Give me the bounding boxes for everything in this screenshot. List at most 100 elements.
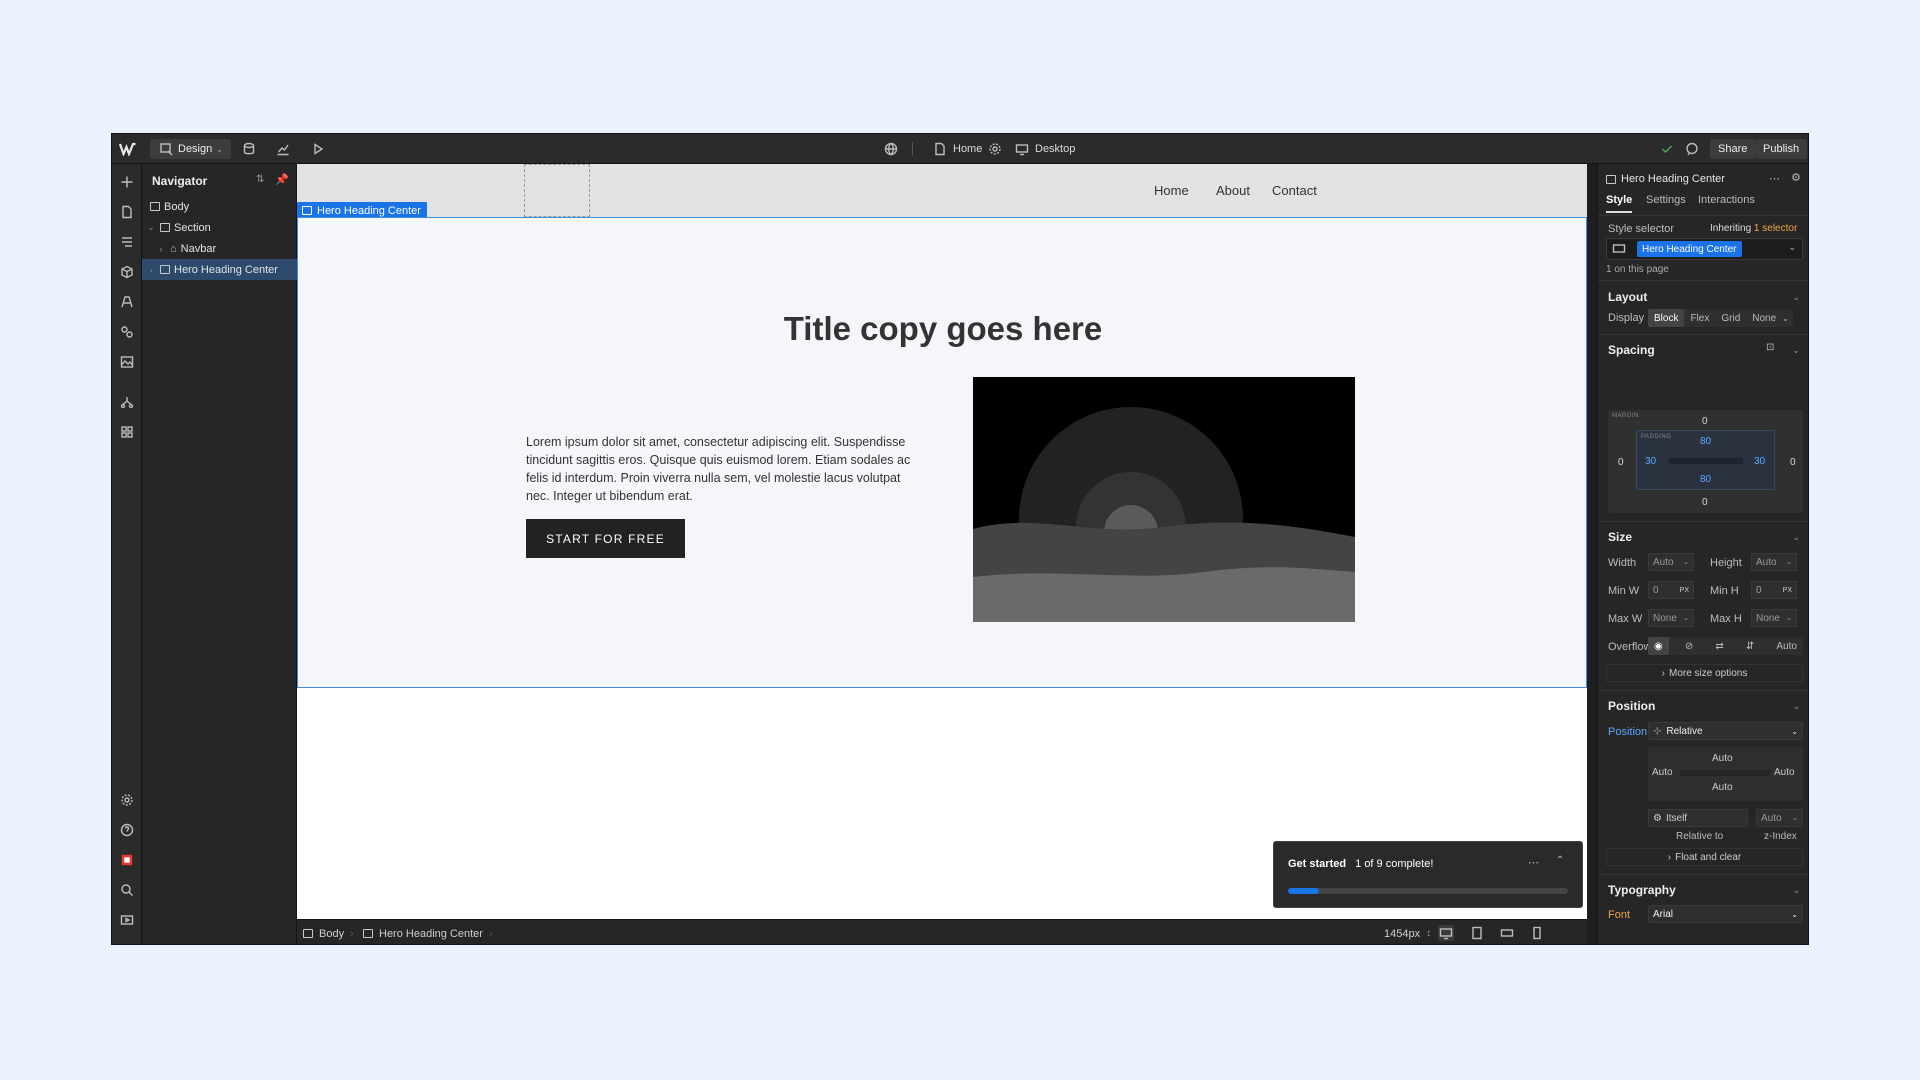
display-none-option[interactable]: None <box>1746 309 1782 327</box>
selector-field[interactable]: Hero Heading Center ⌄ <box>1606 238 1803 260</box>
more-options-icon[interactable]: ⋯ <box>1769 172 1780 185</box>
site-nav-contact-link[interactable]: Contact <box>1272 183 1317 198</box>
selector-chip[interactable]: Hero Heading Center <box>1637 241 1742 257</box>
webflow-logo-icon[interactable] <box>119 134 137 164</box>
margin-right-value[interactable]: 0 <box>1790 457 1796 468</box>
cms-icon[interactable] <box>241 134 257 164</box>
breakpoint-selector[interactable]: Desktop <box>1014 134 1075 164</box>
offset-right-value[interactable]: Auto <box>1774 767 1795 778</box>
inheriting-info[interactable]: Inheriting 1 selector <box>1710 223 1797 234</box>
variables-icon[interactable] <box>119 294 135 310</box>
comments-icon[interactable] <box>1684 134 1700 164</box>
design-mode-button[interactable]: Design ⌄ <box>150 139 231 159</box>
navbar-logo-placeholder[interactable] <box>524 164 590 217</box>
search-zoom-icon[interactable] <box>119 882 135 898</box>
chevron-down-icon[interactable]: ⌄ <box>1792 532 1800 543</box>
margin-bottom-value[interactable]: 0 <box>1702 497 1708 508</box>
start-for-free-button[interactable]: START FOR FREE <box>526 519 685 558</box>
z-index-input[interactable]: Auto ⌄ <box>1756 809 1803 827</box>
font-select[interactable]: Arial ⌄ <box>1648 905 1803 923</box>
chevron-down-icon[interactable]: ⌄ <box>1792 345 1800 356</box>
globe-icon[interactable] <box>883 134 899 164</box>
display-segmented-control[interactable]: Block Flex Grid None ⌄ <box>1648 309 1793 327</box>
chevron-down-icon[interactable]: ⌄ <box>1792 885 1800 896</box>
pin-icon[interactable]: 📌 <box>275 173 289 186</box>
position-offsets-box[interactable]: Auto Auto Auto Auto <box>1648 747 1803 801</box>
design-canvas[interactable]: Home About Contact Hero Heading Center T… <box>297 164 1587 919</box>
float-and-clear-button[interactable]: › Float and clear <box>1606 848 1803 866</box>
spacing-section-title[interactable]: Spacing <box>1608 343 1655 357</box>
navigator-item-hero-heading-center[interactable]: › Hero Heading Center <box>142 259 297 280</box>
apps-grid-icon[interactable] <box>119 424 135 440</box>
chevron-down-icon[interactable]: ⌄ <box>1792 292 1800 303</box>
chevron-down-icon[interactable]: ⌄ <box>146 222 156 233</box>
element-settings-icon[interactable]: ⚙ <box>1791 171 1801 184</box>
min-height-input[interactable]: 0 PX <box>1751 581 1797 599</box>
tab-interactions[interactable]: Interactions <box>1698 194 1755 206</box>
offset-bottom-value[interactable]: Auto <box>1712 782 1733 793</box>
size-section-title[interactable]: Size <box>1608 530 1632 544</box>
help-icon[interactable] <box>119 822 135 838</box>
breadcrumb-hero-heading-center[interactable]: Hero Heading Center › <box>363 920 493 944</box>
padding-right-value[interactable]: 30 <box>1754 456 1765 467</box>
chevron-down-icon[interactable]: ⌄ <box>1782 309 1793 327</box>
page-settings-gear-icon[interactable] <box>987 134 1003 164</box>
more-size-options-button[interactable]: › More size options <box>1606 664 1803 682</box>
logic-flow-icon[interactable] <box>119 394 135 410</box>
offset-top-value[interactable]: Auto <box>1712 753 1733 764</box>
max-height-input[interactable]: None ⌄ <box>1751 609 1797 627</box>
padding-box[interactable]: PADDING 80 30 30 80 <box>1636 430 1775 490</box>
preview-play-icon[interactable] <box>310 134 326 164</box>
canvas-width-readout[interactable]: 1454px ↕ <box>1384 920 1431 944</box>
video-tutorial-icon[interactable] <box>119 912 135 928</box>
chevron-down-icon[interactable]: ⌄ <box>1792 701 1800 712</box>
spacing-preset-icon[interactable]: ⊡ <box>1766 342 1774 353</box>
display-flex-option[interactable]: Flex <box>1684 309 1715 327</box>
overflow-auto-option[interactable]: Auto <box>1770 637 1803 655</box>
position-select[interactable]: ⊹ Relative ⌄ <box>1648 722 1803 740</box>
padding-bottom-value[interactable]: 80 <box>1700 474 1711 485</box>
style-drops-icon[interactable] <box>119 324 135 340</box>
components-cube-icon[interactable] <box>119 264 135 280</box>
min-width-input[interactable]: 0 PX <box>1648 581 1694 599</box>
tablet-breakpoint-icon[interactable] <box>1469 925 1485 941</box>
margin-left-value[interactable]: 0 <box>1618 457 1624 468</box>
padding-left-value[interactable]: 30 <box>1645 456 1656 467</box>
chevron-up-icon[interactable]: ⌃ <box>1556 855 1564 866</box>
assets-image-icon[interactable] <box>119 354 135 370</box>
tab-settings[interactable]: Settings <box>1646 194 1686 206</box>
analytics-icon[interactable] <box>275 134 291 164</box>
hero-placeholder-image[interactable] <box>973 377 1355 622</box>
hero-heading-center-section[interactable]: Title copy goes here Lorem ipsum dolor s… <box>297 217 1587 688</box>
max-width-input[interactable]: None ⌄ <box>1648 609 1694 627</box>
site-nav-about-link[interactable]: About <box>1216 183 1250 198</box>
width-input[interactable]: Auto ⌄ <box>1648 553 1694 571</box>
mobile-landscape-icon[interactable] <box>1499 925 1515 941</box>
navigator-item-section[interactable]: ⌄ Section <box>142 217 297 238</box>
desktop-breakpoint-icon[interactable] <box>1438 925 1454 941</box>
pages-icon[interactable] <box>119 204 135 220</box>
hero-paragraph[interactable]: Lorem ipsum dolor sit amet, consectetur … <box>526 433 911 505</box>
relative-to-select[interactable]: ⚙ Itself <box>1648 809 1748 827</box>
navigator-item-body[interactable]: Body <box>142 196 297 217</box>
offset-left-value[interactable]: Auto <box>1652 767 1673 778</box>
breadcrumb-body[interactable]: Body › <box>303 920 354 944</box>
typography-section-title[interactable]: Typography <box>1608 883 1676 897</box>
navigator-layers-icon[interactable] <box>119 234 135 250</box>
hero-title[interactable]: Title copy goes here <box>298 310 1587 348</box>
min-width-unit[interactable]: PX <box>1680 587 1689 594</box>
settings-gear-icon[interactable] <box>119 792 135 808</box>
mobile-portrait-icon[interactable] <box>1529 925 1545 941</box>
share-button[interactable]: Share <box>1710 139 1756 159</box>
spacing-box-model[interactable]: MARGIN 0 0 0 0 PADDING 80 30 30 80 <box>1608 410 1803 513</box>
margin-top-value[interactable]: 0 <box>1702 416 1708 427</box>
site-nav-home-link[interactable]: Home <box>1154 183 1189 198</box>
layout-section-title[interactable]: Layout <box>1608 290 1647 304</box>
overflow-visible-eye-icon[interactable]: ◉ <box>1648 637 1669 655</box>
padding-top-value[interactable]: 80 <box>1700 436 1711 447</box>
position-section-title[interactable]: Position <box>1608 699 1655 713</box>
tab-style[interactable]: Style <box>1606 194 1633 213</box>
overflow-clip-icon[interactable]: ⇵ <box>1740 637 1760 655</box>
overflow-hidden-icon[interactable]: ⊘ <box>1679 637 1699 655</box>
overflow-segmented-control[interactable]: ◉ ⊘ ⇄ ⇵ Auto <box>1648 637 1803 655</box>
